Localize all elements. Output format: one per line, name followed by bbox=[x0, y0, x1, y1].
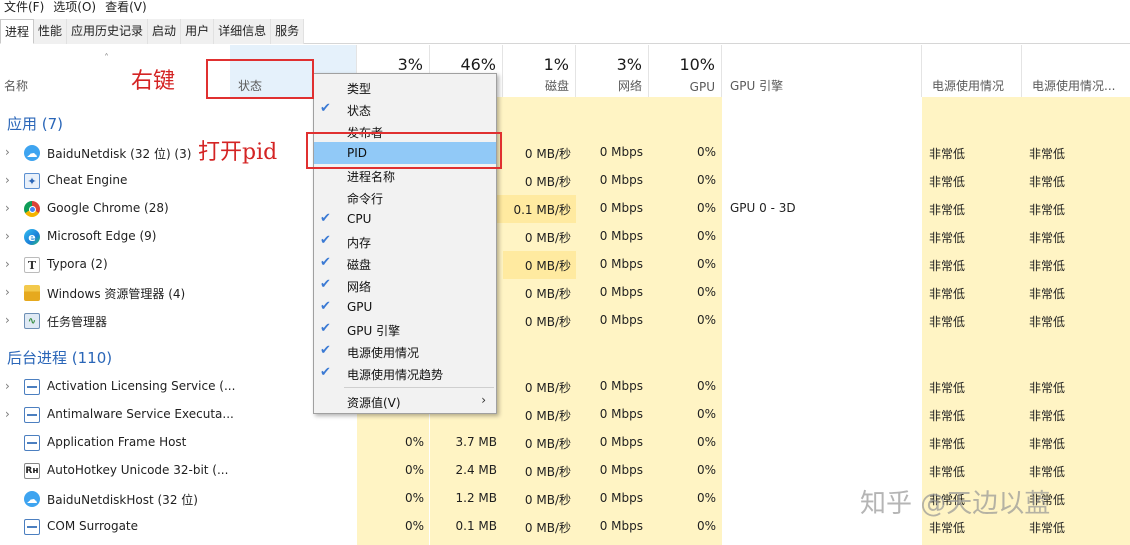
header-power-trend[interactable]: 电源使用情况... bbox=[1022, 45, 1130, 97]
checkmark-icon: ✔ bbox=[320, 233, 331, 248]
header-gpu[interactable]: 10% GPU bbox=[649, 45, 722, 97]
header-disk[interactable]: 1% 磁盘 bbox=[503, 45, 576, 97]
table-row[interactable]: › ✦ Cheat Engine 0 MB/秒 0 Mbps 0% 非常低 非常… bbox=[0, 167, 1130, 195]
table-row[interactable]: › e Microsoft Edge (9) 0 MB/秒 0 Mbps 0% … bbox=[0, 223, 1130, 251]
service-icon bbox=[24, 519, 40, 535]
menu-item-type[interactable]: 类型 bbox=[314, 76, 496, 98]
service-icon bbox=[24, 435, 40, 451]
checkmark-icon: ✔ bbox=[320, 343, 331, 358]
chevron-right-icon[interactable]: › bbox=[5, 285, 10, 299]
menu-item-power-usage[interactable]: ✔ 电源使用情况 bbox=[314, 340, 496, 362]
annotation-right-click: 右键 bbox=[131, 69, 176, 94]
checkmark-icon: ✔ bbox=[320, 255, 331, 270]
annotation-box-status bbox=[206, 59, 314, 99]
menu-item-network[interactable]: ✔ 网络 bbox=[314, 274, 496, 296]
menu-item-status[interactable]: ✔ 状态 bbox=[314, 98, 496, 120]
tab-performance[interactable]: 性能 bbox=[34, 19, 68, 44]
header-network[interactable]: 3% 网络 bbox=[576, 45, 649, 97]
header-power[interactable]: 电源使用情况 bbox=[922, 45, 1022, 97]
baidu-netdisk-icon: ☁ bbox=[24, 491, 40, 507]
checkmark-icon: ✔ bbox=[320, 211, 331, 226]
annotation-box-pid bbox=[306, 132, 502, 169]
tab-strip: 进程 性能 应用历史记录 启动 用户 详细信息 服务 bbox=[0, 19, 1130, 44]
checkmark-icon: ✔ bbox=[320, 101, 331, 116]
table-row[interactable]: › T Typora (2) 0 MB/秒 0 Mbps 0% 非常低 非常低 bbox=[0, 251, 1130, 279]
tab-services[interactable]: 服务 bbox=[271, 19, 305, 44]
table-row[interactable]: › ∿ 任务管理器 0 MB/秒 0 Mbps 0% 非常低 非常低 bbox=[0, 307, 1130, 335]
service-icon bbox=[24, 407, 40, 423]
menu-item-gpu-engine[interactable]: ✔ GPU 引擎 bbox=[314, 318, 496, 340]
checkmark-icon: ✔ bbox=[320, 365, 331, 380]
menu-item-cpu[interactable]: ✔ CPU bbox=[314, 208, 496, 230]
menu-item-disk[interactable]: ✔ 磁盘 bbox=[314, 252, 496, 274]
menu-bar: 文件(F) 选项(O) 查看(V) bbox=[0, 0, 1130, 16]
watermark: 知乎 @天边以蓝 bbox=[860, 489, 1051, 519]
table-row[interactable]: › Antimalware Service Executa... 109.3 M… bbox=[0, 401, 1130, 429]
group-background: 后台进程 (110) bbox=[7, 349, 113, 367]
menu-view[interactable]: 查看(V) bbox=[101, 0, 152, 16]
header-gpu-engine[interactable]: GPU 引擎 bbox=[722, 45, 922, 97]
menu-item-power-trend[interactable]: ✔ 电源使用情况趋势 bbox=[314, 362, 496, 384]
menu-options[interactable]: 选项(O) bbox=[49, 0, 101, 16]
table-row[interactable]: › Google Chrome (28) 0.1 MB/秒 0 Mbps 0% … bbox=[0, 195, 1130, 223]
menu-separator bbox=[344, 387, 494, 388]
chevron-right-icon: › bbox=[481, 393, 486, 407]
chevron-right-icon[interactable]: › bbox=[5, 173, 10, 187]
chevron-right-icon[interactable]: › bbox=[5, 145, 10, 159]
chevron-right-icon[interactable]: › bbox=[5, 229, 10, 243]
tab-app-history[interactable]: 应用历史记录 bbox=[67, 19, 149, 44]
chrome-icon bbox=[24, 201, 40, 217]
baidu-netdisk-icon: ☁ bbox=[24, 145, 40, 161]
chevron-right-icon[interactable]: › bbox=[5, 257, 10, 271]
table-row[interactable]: › ☁ BaiduNetdisk (32 位) (3) 0 MB/秒 0 Mbp… bbox=[0, 139, 1130, 167]
menu-file[interactable]: 文件(F) bbox=[0, 0, 49, 16]
tab-users[interactable]: 用户 bbox=[181, 19, 215, 44]
task-manager-icon: ∿ bbox=[24, 313, 40, 329]
table-row[interactable]: Rн AutoHotkey Unicode 32-bit (... 0% 2.4… bbox=[0, 457, 1130, 485]
folder-icon bbox=[24, 285, 40, 301]
typora-icon: T bbox=[24, 257, 40, 273]
edge-icon: e bbox=[24, 229, 40, 245]
menu-item-memory[interactable]: ✔ 内存 bbox=[314, 230, 496, 252]
menu-item-gpu[interactable]: ✔ GPU bbox=[314, 296, 496, 318]
service-icon bbox=[24, 379, 40, 395]
chevron-right-icon[interactable]: › bbox=[5, 379, 10, 393]
tab-details[interactable]: 详细信息 bbox=[214, 19, 272, 44]
autohotkey-icon: Rн bbox=[24, 463, 40, 479]
chevron-right-icon[interactable]: › bbox=[5, 313, 10, 327]
tab-processes[interactable]: 进程 bbox=[0, 19, 35, 44]
chevron-right-icon[interactable]: › bbox=[5, 407, 10, 421]
checkmark-icon: ✔ bbox=[320, 321, 331, 336]
menu-item-resource-values[interactable]: 资源值(V) › bbox=[314, 390, 496, 412]
header-name[interactable]: ˄ 名称 bbox=[0, 45, 230, 97]
menu-item-command-line[interactable]: 命令行 bbox=[314, 186, 496, 208]
table-row[interactable]: › Windows 资源管理器 (4) 0 MB/秒 0 Mbps 0% 非常低… bbox=[0, 279, 1130, 307]
table-row[interactable]: › Activation Licensing Service (... 0 MB… bbox=[0, 373, 1130, 401]
sort-up-icon: ˄ bbox=[104, 53, 109, 64]
tab-startup[interactable]: 启动 bbox=[148, 19, 182, 44]
checkmark-icon: ✔ bbox=[320, 299, 331, 314]
annotation-open-pid: 打开pid bbox=[198, 140, 278, 165]
table-row[interactable]: Application Frame Host 0% 3.7 MB 0 MB/秒 … bbox=[0, 429, 1130, 457]
column-context-menu: 类型 ✔ 状态 发布者 PID 进程名称 命令行 ✔ CPU ✔ 内存 ✔ 磁盘… bbox=[313, 73, 497, 414]
chevron-right-icon[interactable]: › bbox=[5, 201, 10, 215]
cheat-engine-icon: ✦ bbox=[24, 173, 40, 189]
group-apps: 应用 (7) bbox=[7, 115, 64, 133]
checkmark-icon: ✔ bbox=[320, 277, 331, 292]
